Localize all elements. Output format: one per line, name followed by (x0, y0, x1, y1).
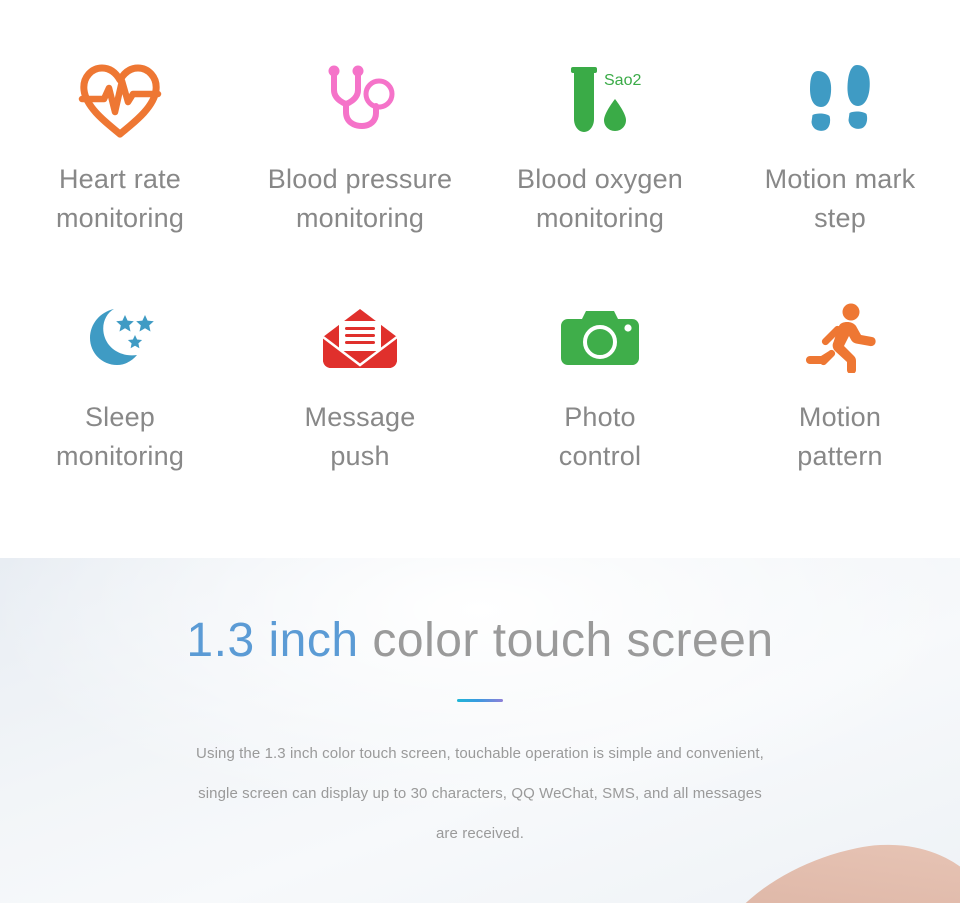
touch-screen-section: 1.3 inch color touch screen Using the 1.… (0, 558, 960, 903)
feature-label: Blood oxygen monitoring (516, 164, 684, 233)
blood-oxygen-icon-text: Sao2 (604, 72, 641, 89)
feature-photo-control: Photo control (480, 302, 720, 476)
page-title: 1.3 inch color touch screen (0, 558, 960, 669)
camera-icon (560, 302, 640, 374)
feature-label: Photo control (558, 402, 642, 471)
feature-label: Heart rate monitoring (55, 164, 185, 233)
feature-blood-pressure: Blood pressure monitoring (240, 62, 480, 238)
running-person-icon (804, 302, 876, 374)
feature-label: Sleep monitoring (55, 402, 185, 471)
feature-motion-pattern: Motion pattern (720, 302, 960, 476)
feature-sleep: Sleep monitoring (0, 302, 240, 476)
feature-row-1: Heart rate monitoring Blood pressure mon… (0, 0, 960, 238)
envelope-message-icon (321, 302, 399, 374)
stethoscope-icon (320, 62, 400, 140)
feature-row-2: Sleep monitoring Message push Photo cont… (0, 238, 960, 476)
feature-message-push: Message push (240, 302, 480, 476)
moon-stars-icon (80, 302, 160, 374)
body-line-1: Using the 1.3 inch color touch screen, t… (196, 745, 764, 762)
product-feature-page: Heart rate monitoring Blood pressure mon… (0, 0, 960, 903)
body-line-3: are received. (435, 825, 524, 842)
feature-blood-oxygen: Sao2 Blood oxygen monitoring (480, 62, 720, 238)
heart-rate-icon (78, 62, 162, 140)
features-section: Heart rate monitoring Blood pressure mon… (0, 0, 960, 558)
footprints-icon (802, 62, 878, 140)
body-line-2: single screen can display up to 30 chara… (198, 785, 762, 802)
headline-divider (457, 699, 503, 702)
feature-heart-rate: Heart rate monitoring (0, 62, 240, 238)
blood-oxygen-icon: Sao2 (557, 62, 643, 140)
headline-rest: color touch screen (358, 614, 774, 667)
feature-label: Motion mark step (764, 164, 916, 233)
feature-label: Blood pressure monitoring (267, 164, 453, 233)
headline-accent: 1.3 inch (186, 614, 359, 667)
feature-motion-mark-step: Motion mark step (720, 62, 960, 238)
feature-label: Motion pattern (797, 402, 883, 471)
feature-label: Message push (304, 402, 416, 471)
body-copy: Using the 1.3 inch color touch screen, t… (100, 734, 860, 854)
